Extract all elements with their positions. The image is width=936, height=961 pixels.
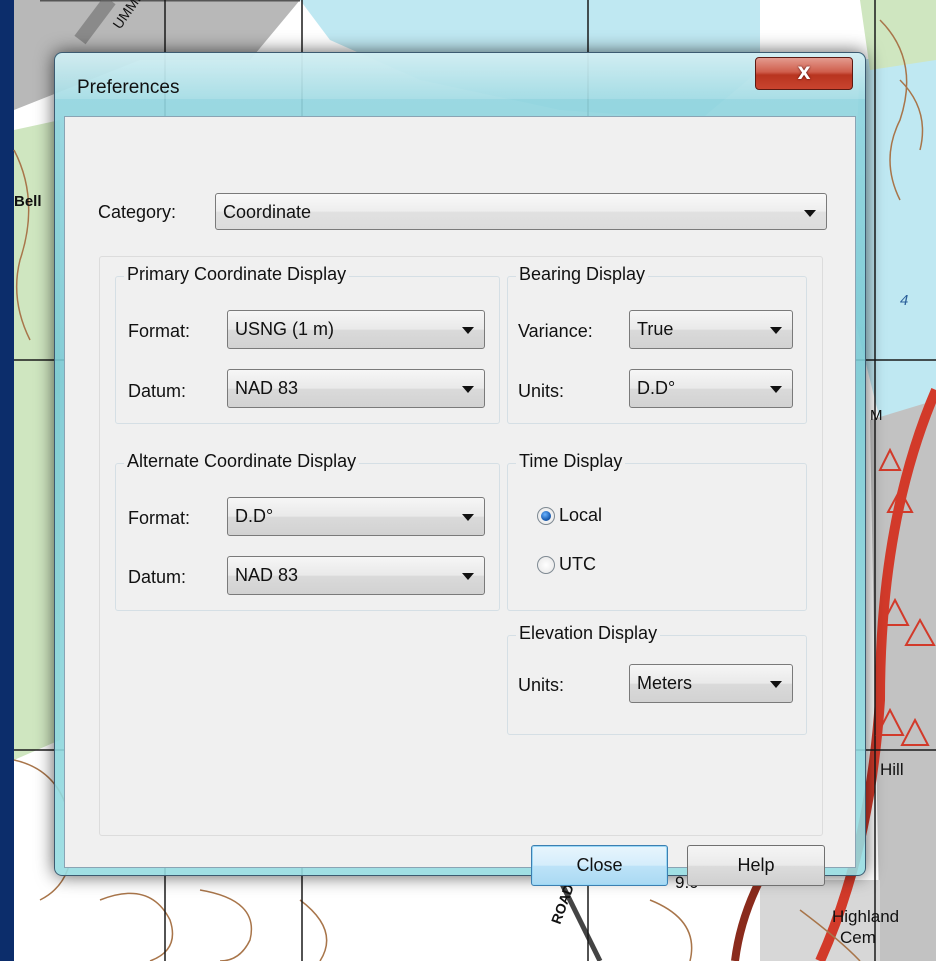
primary-coordinate-title: Primary Coordinate Display — [124, 264, 350, 285]
alternate-datum-label: Datum: — [128, 567, 187, 587]
alternate-datum-value: NAD 83 — [235, 565, 299, 585]
chevron-down-icon — [770, 681, 782, 688]
primary-format-select[interactable]: USNG (1 m) — [227, 310, 485, 349]
bearing-display-group: Bearing Display Variance: True Units: D.… — [507, 264, 807, 424]
bearing-variance-select[interactable]: True — [629, 310, 793, 349]
map-label-cem: Cem — [840, 928, 876, 947]
elevation-units-value: Meters — [637, 673, 693, 693]
close-window-button[interactable]: X — [755, 57, 853, 90]
chevron-down-icon — [462, 514, 474, 521]
woodland-ne — [860, 0, 936, 70]
chevron-down-icon — [462, 386, 474, 393]
dialog-content: Category: Coordinate Primary Coordinate … — [64, 116, 856, 886]
bearing-variance-value: True — [637, 319, 674, 339]
local-radio-label[interactable]: Local — [559, 505, 602, 526]
primary-format-value: USNG (1 m) — [235, 319, 334, 339]
elevation-units-select[interactable]: Meters — [629, 664, 793, 703]
alternate-format-label: Format: — [128, 508, 191, 528]
bearing-display-title: Bearing Display — [516, 264, 649, 285]
utc-radio-label[interactable]: UTC — [559, 554, 596, 575]
primary-datum-select[interactable]: NAD 83 — [227, 369, 485, 408]
settings-panel: Primary Coordinate Display Format: USNG … — [99, 256, 823, 836]
dialog-title: Preferences — [77, 77, 180, 98]
map-label-bell: Bell — [14, 193, 42, 210]
bearing-units-select[interactable]: D.D° — [629, 369, 793, 408]
alternate-format-select[interactable]: D.D° — [227, 497, 485, 536]
bearing-variance-label: Variance: — [518, 321, 593, 341]
help-button[interactable]: Help — [687, 845, 825, 886]
primary-format-label: Format: — [128, 321, 191, 341]
map-label-m: M — [870, 407, 883, 424]
time-display-title: Time Display — [516, 451, 626, 472]
primary-datum-label: Datum: — [128, 381, 187, 401]
bearing-units-value: D.D° — [637, 378, 676, 398]
elevation-display-title: Elevation Display — [516, 623, 661, 644]
alternate-coordinate-title: Alternate Coordinate Display — [124, 451, 360, 472]
primary-datum-value: NAD 83 — [235, 378, 299, 398]
alternate-format-value: D.D° — [235, 506, 274, 526]
utc-radio[interactable] — [537, 556, 555, 574]
close-icon: X — [797, 63, 811, 84]
close-button[interactable]: Close — [531, 845, 668, 886]
local-radio[interactable] — [537, 507, 555, 525]
category-label: Category: — [98, 202, 177, 222]
chevron-down-icon — [462, 327, 474, 334]
chevron-down-icon — [770, 386, 782, 393]
map-label-hill: Hill — [880, 760, 904, 779]
chevron-down-icon — [770, 327, 782, 334]
chevron-down-icon — [462, 573, 474, 580]
map-label-4: 4 — [900, 292, 908, 309]
time-display-group: Time Display Local UTC — [507, 451, 807, 611]
elevation-units-label: Units: — [518, 675, 565, 695]
category-value: Coordinate — [223, 202, 312, 222]
primary-coordinate-group: Primary Coordinate Display Format: USNG … — [115, 264, 500, 424]
bearing-units-label: Units: — [518, 381, 565, 401]
category-select[interactable]: Coordinate — [215, 193, 827, 230]
preferences-dialog: Preferences X Category: Coordinate Prima… — [54, 52, 866, 886]
chevron-down-icon — [804, 210, 816, 217]
map-label-highland: Highland — [832, 907, 899, 926]
alternate-datum-select[interactable]: NAD 83 — [227, 556, 485, 595]
alternate-coordinate-group: Alternate Coordinate Display Format: D.D… — [115, 451, 500, 611]
elevation-display-group: Elevation Display Units: Meters — [507, 623, 807, 735]
